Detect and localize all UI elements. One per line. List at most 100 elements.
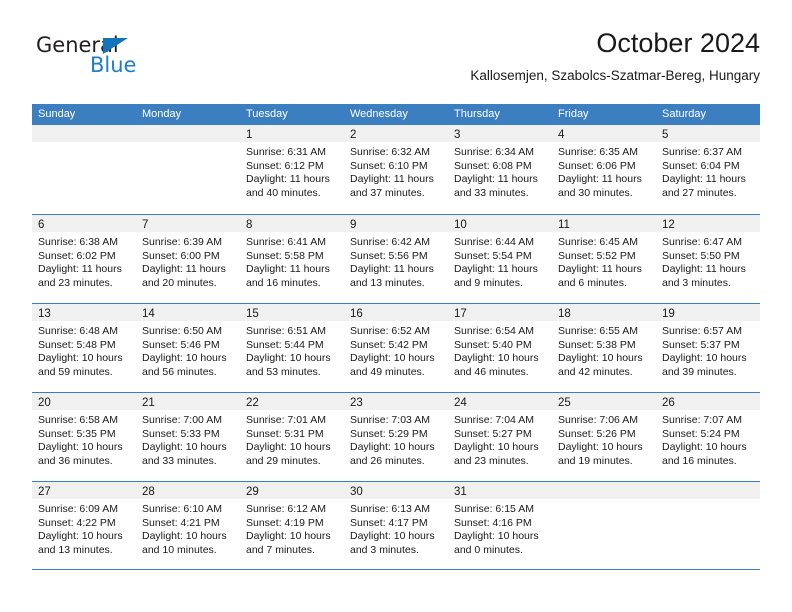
day-details: Sunrise: 6:50 AM Sunset: 5:46 PM Daylight:… [136, 321, 240, 379]
sunrise-text: Sunrise: 6:34 AM [454, 146, 534, 158]
day-number: 14 [142, 308, 155, 320]
calendar-day-cell[interactable]: 16 Sunrise: 6:52 AM Sunset: 5:42 PM Dayligh… [344, 304, 448, 392]
calendar-day-cell[interactable]: 13 Sunrise: 6:48 AM Sunset: 5:48 PM Dayligh… [32, 304, 136, 392]
weekday-header-sunday: Sunday [38, 108, 76, 120]
day-number-band: 5 [656, 125, 760, 142]
daylight-text: Daylight: 10 hours and 42 minutes. [558, 352, 643, 378]
sunrise-text: Sunrise: 6:47 AM [662, 236, 742, 248]
day-number-band: 23 [344, 393, 448, 410]
calendar-day-cell[interactable]: 12 Sunrise: 6:47 AM Sunset: 5:50 PM Dayligh… [656, 215, 760, 303]
daylight-text: Daylight: 11 hours and 33 minutes. [454, 173, 538, 199]
day-number: 30 [350, 486, 363, 498]
day-number-band: 6 [32, 215, 136, 232]
sunset-text: Sunset: 4:22 PM [38, 516, 116, 529]
calendar-day-cell[interactable]: 3 Sunrise: 6:34 AM Sunset: 6:08 PM Daylight… [448, 125, 552, 214]
calendar-day-cell[interactable]: 25 Sunrise: 7:06 AM Sunset: 5:26 PM Dayligh… [552, 393, 656, 481]
day-details: Sunrise: 6:10 AM Sunset: 4:21 PM Daylight:… [136, 499, 240, 557]
sunrise-text: Sunrise: 6:32 AM [350, 146, 430, 158]
calendar-day-cell[interactable]: 27 Sunrise: 6:09 AM Sunset: 4:22 PM Dayligh… [32, 482, 136, 569]
day-number: 26 [662, 397, 675, 409]
calendar-day-cell[interactable]: 28 Sunrise: 6:10 AM Sunset: 4:21 PM Dayligh… [136, 482, 240, 569]
day-details: Sunrise: 6:48 AM Sunset: 5:48 PM Daylight:… [32, 321, 136, 379]
day-details: Sunrise: 6:45 AM Sunset: 5:52 PM Daylight:… [552, 232, 656, 290]
daylight-text: Daylight: 11 hours and 16 minutes. [246, 263, 330, 289]
day-number-band: 7 [136, 215, 240, 232]
day-details: Sunrise: 6:55 AM Sunset: 5:38 PM Daylight:… [552, 321, 656, 379]
sunset-text: Sunset: 6:06 PM [558, 159, 636, 172]
day-number: 16 [350, 308, 363, 320]
calendar-day-cell[interactable]: 2 Sunrise: 6:32 AM Sunset: 6:10 PM Daylight… [344, 125, 448, 214]
daylight-text: Daylight: 10 hours and 26 minutes. [350, 441, 435, 467]
day-details: Sunrise: 6:15 AM Sunset: 4:16 PM Daylight:… [448, 499, 552, 557]
calendar-day-cell[interactable]: 11 Sunrise: 6:45 AM Sunset: 5:52 PM Dayligh… [552, 215, 656, 303]
calendar-day-cell[interactable]: 15 Sunrise: 6:51 AM Sunset: 5:44 PM Dayligh… [240, 304, 344, 392]
day-number: 20 [38, 397, 51, 409]
day-number-band: 9 [344, 215, 448, 232]
day-number-band: 10 [448, 215, 552, 232]
sunrise-text: Sunrise: 6:45 AM [558, 236, 638, 248]
calendar-day-cell[interactable]: 20 Sunrise: 6:58 AM Sunset: 5:35 PM Dayligh… [32, 393, 136, 481]
daylight-text: Daylight: 11 hours and 6 minutes. [558, 263, 642, 289]
calendar-week-row: 6 Sunrise: 6:38 AM Sunset: 6:02 PM Daylight… [32, 214, 760, 303]
calendar-day-cell[interactable]: 19 Sunrise: 6:57 AM Sunset: 5:37 PM Dayligh… [656, 304, 760, 392]
sunset-text: Sunset: 5:35 PM [38, 427, 116, 440]
title-block: October 2024 Kallosemjen, Szabolcs-Szatm… [470, 26, 760, 86]
calendar-day-cell[interactable]: 17 Sunrise: 6:54 AM Sunset: 5:40 PM Dayligh… [448, 304, 552, 392]
day-details: Sunrise: 6:34 AM Sunset: 6:08 PM Daylight:… [448, 142, 552, 200]
calendar-day-cell[interactable]: 23 Sunrise: 7:03 AM Sunset: 5:29 PM Dayligh… [344, 393, 448, 481]
daylight-text: Daylight: 10 hours and 53 minutes. [246, 352, 331, 378]
logo-triangle-icon [103, 38, 128, 54]
day-number: 9 [350, 219, 357, 231]
sunrise-text: Sunrise: 6:50 AM [142, 325, 222, 337]
day-number-band: 1 [240, 125, 344, 142]
sunset-text: Sunset: 5:56 PM [350, 249, 428, 262]
calendar-day-cell[interactable]: 21 Sunrise: 7:00 AM Sunset: 5:33 PM Dayligh… [136, 393, 240, 481]
sunrise-text: Sunrise: 7:00 AM [142, 414, 222, 426]
calendar-day-cell[interactable]: 14 Sunrise: 6:50 AM Sunset: 5:46 PM Dayligh… [136, 304, 240, 392]
day-number-band: 22 [240, 393, 344, 410]
day-details: Sunrise: 6:51 AM Sunset: 5:44 PM Daylight:… [240, 321, 344, 379]
day-number: 25 [558, 397, 571, 409]
day-number: 8 [246, 219, 253, 231]
day-number-band: 17 [448, 304, 552, 321]
calendar-table: Sunday Monday Tuesday Wednesday Thursday Frid… [32, 104, 760, 570]
logo-text-blue: Blue [90, 53, 137, 77]
day-number-band [32, 125, 136, 142]
sunrise-text: Sunrise: 6:10 AM [142, 503, 222, 515]
calendar-day-cell[interactable]: 4 Sunrise: 6:35 AM Sunset: 6:06 PM Daylight… [552, 125, 656, 214]
sunrise-text: Sunrise: 6:13 AM [350, 503, 430, 515]
sunrise-text: Sunrise: 6:44 AM [454, 236, 534, 248]
calendar-day-cell[interactable]: 22 Sunrise: 7:01 AM Sunset: 5:31 PM Dayligh… [240, 393, 344, 481]
calendar-day-cell[interactable]: 6 Sunrise: 6:38 AM Sunset: 6:02 PM Daylight… [32, 215, 136, 303]
calendar-day-cell[interactable]: 10 Sunrise: 6:44 AM Sunset: 5:54 PM Dayligh… [448, 215, 552, 303]
sunrise-text: Sunrise: 7:07 AM [662, 414, 742, 426]
day-details: Sunrise: 6:09 AM Sunset: 4:22 PM Daylight:… [32, 499, 136, 557]
calendar-day-cell[interactable]: 26 Sunrise: 7:07 AM Sunset: 5:24 PM Dayligh… [656, 393, 760, 481]
weekday-header-saturday: Saturday [662, 108, 707, 120]
day-number: 18 [558, 308, 571, 320]
calendar-day-cell[interactable]: 18 Sunrise: 6:55 AM Sunset: 5:38 PM Dayligh… [552, 304, 656, 392]
day-details: Sunrise: 6:57 AM Sunset: 5:37 PM Daylight:… [656, 321, 760, 379]
calendar-day-cell[interactable]: 9 Sunrise: 6:42 AM Sunset: 5:56 PM Daylight… [344, 215, 448, 303]
calendar-week-row: 20 Sunrise: 6:58 AM Sunset: 5:35 PM Dayligh… [32, 392, 760, 481]
sunrise-text: Sunrise: 7:03 AM [350, 414, 430, 426]
weekday-header-row: Sunday Monday Tuesday Wednesday Thursday Frid… [32, 104, 760, 125]
calendar-day-cell[interactable]: 8 Sunrise: 6:41 AM Sunset: 5:58 PM Daylight… [240, 215, 344, 303]
calendar-day-cell[interactable]: 24 Sunrise: 7:04 AM Sunset: 5:27 PM Dayligh… [448, 393, 552, 481]
day-number-band: 27 [32, 482, 136, 499]
day-number: 27 [38, 486, 51, 498]
day-number-band [656, 482, 760, 499]
page-title: October 2024 [596, 28, 760, 58]
calendar-day-cell[interactable]: 7 Sunrise: 6:39 AM Sunset: 6:00 PM Daylight… [136, 215, 240, 303]
calendar-day-cell[interactable]: 29 Sunrise: 6:12 AM Sunset: 4:19 PM Dayligh… [240, 482, 344, 569]
day-details: Sunrise: 7:07 AM Sunset: 5:24 PM Daylight:… [656, 410, 760, 468]
calendar-day-cell-empty [136, 125, 240, 214]
day-number-band: 11 [552, 215, 656, 232]
day-number-band: 18 [552, 304, 656, 321]
calendar-day-cell[interactable]: 31 Sunrise: 6:15 AM Sunset: 4:16 PM Dayligh… [448, 482, 552, 569]
calendar-day-cell[interactable]: 5 Sunrise: 6:37 AM Sunset: 6:04 PM Daylight… [656, 125, 760, 214]
day-details: Sunrise: 6:58 AM Sunset: 5:35 PM Daylight:… [32, 410, 136, 468]
calendar-day-cell[interactable]: 30 Sunrise: 6:13 AM Sunset: 4:17 PM Dayligh… [344, 482, 448, 569]
calendar-day-cell[interactable]: 1 Sunrise: 6:31 AM Sunset: 6:12 PM Daylight… [240, 125, 344, 214]
sunset-text: Sunset: 5:29 PM [350, 427, 428, 440]
